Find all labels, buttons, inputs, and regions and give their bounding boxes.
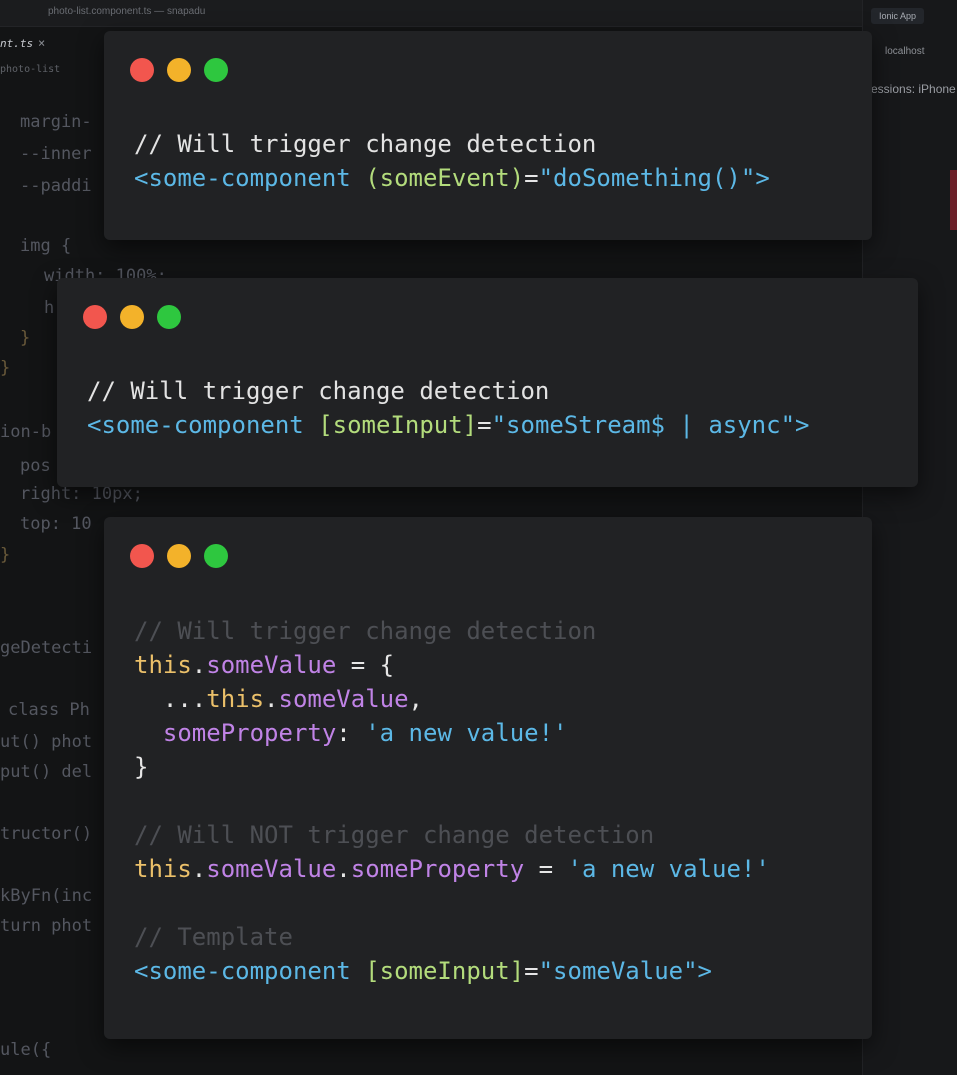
code-block: // Will trigger change detection this.som… <box>134 614 770 988</box>
code-card-event-binding: // Will trigger change detection <some-co… <box>104 31 872 240</box>
bg-code-line: img { <box>20 236 72 256</box>
code-token: = <box>524 957 539 985</box>
bg-code-line: tructor() <box>0 824 93 844</box>
code-token: someProperty <box>350 855 525 883</box>
code-token: [someInput] <box>318 411 478 439</box>
code-token: // Template <box>134 923 293 951</box>
minimize-dot-icon <box>167 58 191 82</box>
browser-tab[interactable]: Ionic App <box>871 8 925 24</box>
bg-code-line: pos <box>20 456 51 476</box>
code-token: "someStream$ | async"> <box>491 411 810 439</box>
code-token: [someInput] <box>365 957 525 985</box>
bg-code-line: } <box>0 545 11 565</box>
code-token: } <box>134 753 149 781</box>
code-token: <some-component <box>134 957 366 985</box>
code-token: // Will trigger change detection <box>134 130 597 158</box>
code-token: = <box>477 411 492 439</box>
editor-tab-label: nt.ts <box>0 37 34 50</box>
code-token: 'a new value!' <box>365 719 568 747</box>
code-line: this.someValue.someProperty = 'a new val… <box>134 852 770 886</box>
maximize-dot-icon <box>204 58 228 82</box>
code-token: ... <box>134 685 207 713</box>
minimize-dot-icon <box>120 305 144 329</box>
close-dot-icon <box>130 58 154 82</box>
code-token: // Will NOT trigger change detection <box>134 821 655 849</box>
code-token: someValue <box>206 855 337 883</box>
maximize-dot-icon <box>157 305 181 329</box>
code-token: , <box>408 685 423 713</box>
code-token: : <box>336 719 366 747</box>
bg-code-line: ut() phot <box>0 732 93 752</box>
code-line: // Will trigger change detection <box>87 374 809 408</box>
code-token: = { <box>336 651 395 679</box>
code-line: // Template <box>134 920 770 954</box>
bg-code-line: class Ph <box>8 700 90 720</box>
code-line: <some-component [someInput]="someStream$… <box>87 408 809 442</box>
code-token: this <box>206 685 265 713</box>
window-titlebar: photo-list.component.ts — snapadu <box>0 0 957 27</box>
code-card-object-mutation: // Will trigger change detection this.som… <box>104 517 872 1039</box>
code-block: // Will trigger change detection <some-co… <box>87 374 809 442</box>
bg-code-line: } <box>20 328 31 348</box>
editor-tab[interactable]: nt.ts × <box>0 32 110 56</box>
bg-code-line: --inner <box>20 144 92 164</box>
code-token: <some-component <box>87 411 319 439</box>
code-token: "doSomething()"> <box>538 164 770 192</box>
minimize-dot-icon <box>167 544 191 568</box>
code-line: // Will trigger change detection <box>134 127 770 161</box>
code-token: = <box>524 855 568 883</box>
code-token: (someEvent) <box>365 164 525 192</box>
code-line: this.someValue = { <box>134 648 770 682</box>
code-token: <some-component <box>134 164 366 192</box>
code-token: // Will trigger change detection <box>87 377 550 405</box>
code-token: this <box>134 651 192 679</box>
close-dot-icon <box>83 305 107 329</box>
breadcrumb: photo-list <box>0 64 61 75</box>
code-line: // Will NOT trigger change detection <box>134 818 770 852</box>
bg-code-line: right: 10px; <box>20 484 143 504</box>
code-block: // Will trigger change detection <some-co… <box>134 127 770 195</box>
code-line: ...this.someValue, <box>134 682 770 716</box>
code-token: someValue <box>278 685 409 713</box>
code-token: 'a new value!' <box>567 855 770 883</box>
maximize-dot-icon <box>204 544 228 568</box>
code-token: "someValue"> <box>538 957 712 985</box>
bg-code-line: margin- <box>20 112 92 132</box>
device-sessions-label: essions: iPhone <box>871 82 956 96</box>
code-line: } <box>134 750 770 784</box>
bg-code-line: } <box>0 358 11 378</box>
browser-preview-panel: Ionic App localhost essions: iPhone <box>862 0 957 1075</box>
code-token: . <box>191 651 207 679</box>
bg-code-line: top: 10 <box>20 514 92 534</box>
bg-code-line: geDetecti <box>0 638 93 658</box>
browser-url[interactable]: localhost <box>885 46 924 57</box>
bg-code-line: kByFn(inc <box>0 886 93 906</box>
bg-code-line: --paddi <box>20 176 92 196</box>
bg-code-line: put() del <box>0 762 93 782</box>
code-line: // Will trigger change detection <box>134 614 770 648</box>
bg-code-line: ion-b <box>0 422 52 442</box>
bg-code-line: turn phot <box>0 916 93 936</box>
window-title: photo-list.component.ts — snapadu <box>48 6 206 17</box>
code-line: <some-component (someEvent)="doSomething… <box>134 161 770 195</box>
close-icon[interactable]: × <box>38 36 45 50</box>
accent-strip <box>950 170 957 230</box>
code-token: someValue <box>206 651 337 679</box>
code-token: . <box>264 685 279 713</box>
code-token: this <box>134 855 192 883</box>
close-dot-icon <box>130 544 154 568</box>
code-token: // Will trigger change detection <box>134 617 597 645</box>
code-token: . <box>191 855 207 883</box>
bg-code-line: ule({ <box>0 1040 52 1060</box>
code-line: someProperty: 'a new value!' <box>134 716 770 750</box>
code-token: someProperty <box>134 719 337 747</box>
code-line: <some-component [someInput]="someValue"> <box>134 954 770 988</box>
bg-code-line: h <box>44 298 55 318</box>
code-card-async-pipe: // Will trigger change detection <some-co… <box>57 278 918 487</box>
code-token: . <box>336 855 351 883</box>
code-token: = <box>524 164 539 192</box>
